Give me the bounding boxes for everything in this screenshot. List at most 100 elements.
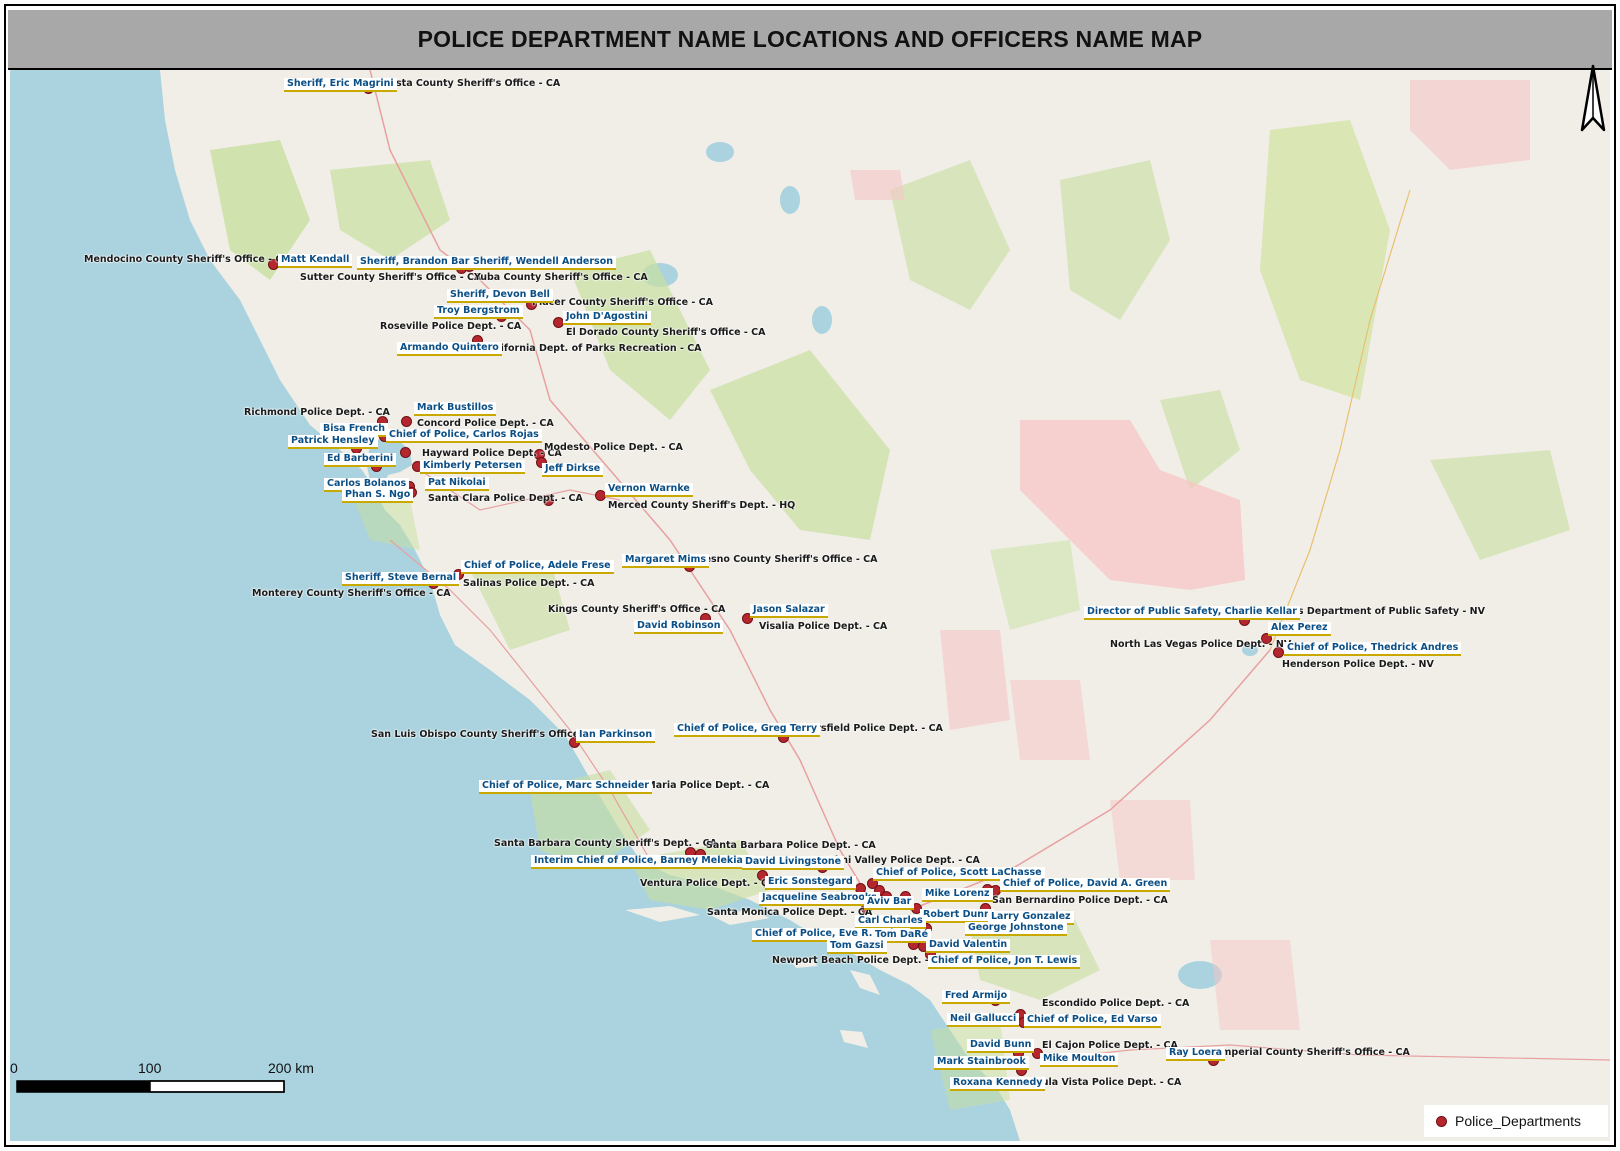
department-label: Sutter County Sheriff's Office - CA bbox=[300, 272, 482, 283]
department-label: Fresno County Sheriff's Office - CA bbox=[694, 554, 878, 565]
officer-label: David Valentin bbox=[926, 939, 1011, 953]
officer-label: Jason Salazar bbox=[750, 604, 828, 618]
officer-label: Mark Stainbrook bbox=[934, 1056, 1029, 1070]
lake bbox=[706, 142, 734, 162]
officer-label: Phan S. Ngo bbox=[342, 489, 414, 503]
department-label: El Dorado County Sheriff's Office - CA bbox=[566, 327, 766, 338]
department-label: Santa Barbara County Sheriff's Dept. - C… bbox=[494, 838, 718, 849]
officer-label: Ian Parkinson bbox=[576, 729, 656, 743]
department-label: California Dept. of Parks Recreation - C… bbox=[484, 343, 702, 354]
department-label: Visalia Police Dept. - CA bbox=[759, 621, 888, 632]
map-canvas[interactable]: Shasta County Sheriff's Office - CA Mend… bbox=[10, 70, 1610, 1141]
restricted-area bbox=[1110, 800, 1195, 880]
officer-label: Armando Quintero bbox=[397, 342, 502, 356]
officer-label: Sheriff, Eric Magrini bbox=[284, 78, 397, 92]
officer-label: Alex Perez bbox=[1268, 622, 1331, 636]
department-label: Monterey County Sheriff's Office - CA bbox=[252, 588, 451, 599]
officer-label: Chief of Police, Marc Schneider bbox=[479, 780, 652, 794]
department-label: Richmond Police Dept. - CA bbox=[244, 407, 390, 418]
marker-police-department[interactable] bbox=[400, 447, 411, 458]
officer-label: Chief of Police, Greg Terry bbox=[674, 723, 821, 737]
department-label: Henderson Police Dept. - NV bbox=[1282, 659, 1434, 670]
officer-label: Sheriff, Steve Bernal bbox=[342, 572, 460, 586]
department-label: North Las Vegas Police Dept. - NV bbox=[1110, 639, 1292, 650]
officer-label: Director of Public Safety, Charlie Kella… bbox=[1084, 606, 1300, 620]
officer-label: Jacqueline Seabrooks bbox=[759, 892, 880, 906]
department-label: Salinas Police Dept. - CA bbox=[463, 578, 595, 589]
department-label: Roseville Police Dept. - CA bbox=[380, 321, 522, 332]
restricted-area bbox=[1010, 680, 1090, 760]
title-bar: POLICE DEPARTMENT NAME LOCATIONS AND OFF… bbox=[8, 10, 1612, 70]
department-label: Shasta County Sheriff's Office - CA bbox=[376, 78, 561, 89]
officer-label: Roxana Kennedy bbox=[950, 1077, 1046, 1091]
officer-label: Fred Armijo bbox=[942, 990, 1011, 1004]
officer-label: David Bunn bbox=[967, 1039, 1035, 1053]
officer-label: Mike Moulton bbox=[1040, 1053, 1119, 1067]
officer-label: Patrick Hensley bbox=[288, 435, 378, 449]
officer-label: Matt Kendall bbox=[278, 254, 353, 268]
department-label: Imperial County Sheriff's Office - CA bbox=[1218, 1047, 1410, 1058]
officer-label: Margaret Mims bbox=[622, 554, 710, 568]
department-label: Ventura Police Dept. - CA bbox=[640, 878, 776, 889]
officer-label: Ed Barberini bbox=[324, 453, 397, 467]
officer-label: Jeff Dirkse bbox=[542, 463, 604, 477]
officer-label: John D'Agostini bbox=[563, 311, 651, 325]
island bbox=[850, 970, 880, 995]
lake bbox=[780, 186, 800, 214]
department-label: Santa Clara Police Dept. - CA bbox=[428, 493, 583, 504]
officer-label: Troy Bergstrom bbox=[434, 305, 523, 319]
officer-label: Interim Chief of Police, Barney Melekian bbox=[531, 855, 753, 869]
marker-police-department[interactable] bbox=[401, 416, 412, 427]
department-label: Chula Vista Police Dept. - CA bbox=[1028, 1077, 1182, 1088]
officer-label: Chief of Police, Adele Frese bbox=[461, 560, 614, 574]
scale-tick-200: 200 km bbox=[268, 1060, 314, 1076]
officer-label: Pat Nikolai bbox=[425, 477, 489, 491]
department-label: Simi Valley Police Dept. - CA bbox=[828, 855, 980, 866]
officer-label: Chief of Police, Jon T. Lewis bbox=[928, 955, 1081, 969]
officer-label: Chief of Police, Ed Varso bbox=[1024, 1014, 1161, 1028]
officer-label: Tom Gazsi bbox=[827, 940, 887, 954]
officer-label: Neil Gallucci bbox=[947, 1013, 1020, 1027]
department-label: Placer County Sheriff's Office - CA bbox=[532, 297, 713, 308]
department-label: El Cajon Police Dept. - CA bbox=[1042, 1040, 1178, 1051]
officer-label: Chief of Police, Carlos Rojas bbox=[386, 429, 542, 443]
legend: Police_Departments bbox=[1424, 1105, 1608, 1137]
officer-label: George Johnstone bbox=[965, 922, 1067, 936]
officer-label: Chief of Police, Thedrick Andres bbox=[1284, 642, 1462, 656]
officer-label: Kimberly Petersen bbox=[420, 460, 526, 474]
department-label: Newport Beach Police Dept. - CA bbox=[772, 955, 947, 966]
restricted-area bbox=[940, 630, 1010, 730]
map-title: POLICE DEPARTMENT NAME LOCATIONS AND OFF… bbox=[417, 25, 1203, 52]
legend-label: Police_Departments bbox=[1455, 1113, 1582, 1129]
officer-label: Aviv Bar bbox=[864, 896, 915, 910]
officer-label: Carl Charles bbox=[855, 915, 926, 929]
department-label: Escondido Police Dept. - CA bbox=[1042, 998, 1190, 1009]
scale-tick-0: 0 bbox=[10, 1060, 18, 1076]
lake bbox=[812, 306, 832, 334]
island bbox=[840, 1030, 868, 1048]
department-label: Mendocino County Sheriff's Office - CA bbox=[84, 254, 290, 265]
department-label: Merced County Sheriff's Dept. - HQ bbox=[608, 500, 796, 511]
department-label: Santa Barbara Police Dept. - CA bbox=[706, 840, 876, 851]
officer-label: David Robinson bbox=[634, 620, 724, 634]
island bbox=[625, 906, 700, 922]
scale-tick-100: 100 bbox=[138, 1060, 162, 1076]
restricted-area bbox=[1210, 940, 1300, 1030]
scale-bar-graphic bbox=[16, 1080, 285, 1093]
department-label: Santa Monica Police Dept. - CA bbox=[707, 907, 873, 918]
officer-label: Chief of Police, David A. Green bbox=[1000, 878, 1171, 892]
officer-label: David Livingstone bbox=[742, 856, 845, 870]
department-label: San Luis Obispo County Sheriff's Office … bbox=[371, 729, 605, 740]
officer-label: Sheriff, Devon Bell bbox=[447, 289, 553, 303]
officer-label: Vernon Warnke bbox=[605, 483, 693, 497]
officer-label: Robert Dunn bbox=[920, 909, 994, 923]
officer-label: Sheriff, Wendell Anderson bbox=[470, 256, 616, 270]
officer-label: Mike Lorenz bbox=[922, 888, 993, 902]
department-label: San Bernardino Police Dept. - CA bbox=[992, 895, 1168, 906]
north-arrow-icon bbox=[1580, 64, 1606, 139]
officer-label: Ray Loera bbox=[1166, 1047, 1226, 1061]
restricted-area bbox=[850, 170, 905, 200]
department-label: Yuba County Sheriff's Office - CA bbox=[474, 272, 648, 283]
officer-label: Mark Bustillos bbox=[414, 402, 497, 416]
department-label: Kings County Sheriff's Office - CA bbox=[548, 604, 726, 615]
